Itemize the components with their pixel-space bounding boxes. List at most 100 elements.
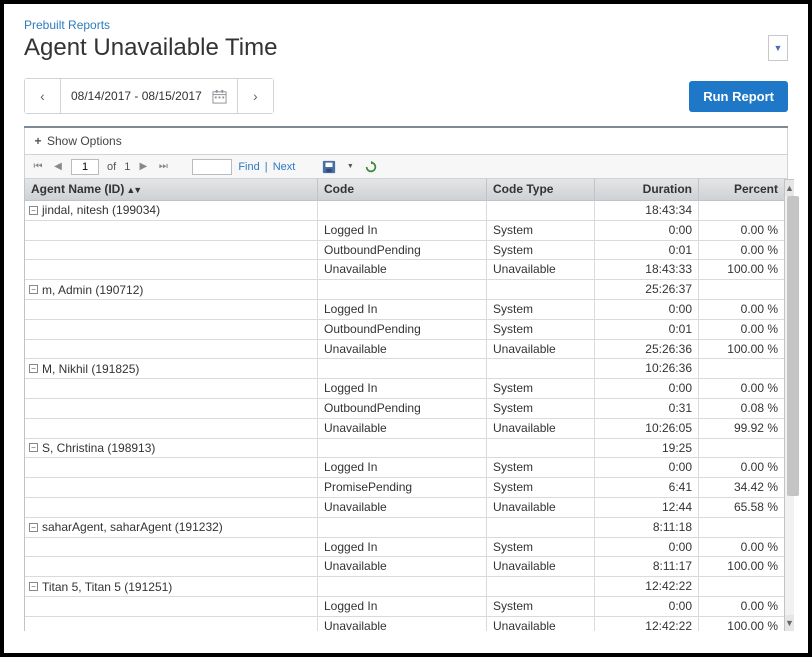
agent-name: M, Nikhil (191825) <box>42 362 139 376</box>
code-cell: Unavailable <box>318 617 487 631</box>
code-cell: Logged In <box>318 300 487 319</box>
col-header-percent[interactable]: Percent <box>699 179 784 200</box>
grid-header-row: Agent Name (ID)▲▼ Code Code Type Duratio… <box>24 179 785 201</box>
date-prev-button[interactable]: ‹ <box>25 79 61 113</box>
find-link[interactable]: Find <box>238 161 259 173</box>
agent-cell <box>25 617 318 631</box>
duration-cell: 0:00 <box>595 538 699 557</box>
col-header-code[interactable]: Code <box>318 179 487 200</box>
type-cell: System <box>487 221 595 240</box>
code-cell: Unavailable <box>318 419 487 438</box>
toolbar: ‹ 08/14/2017 - 08/15/2017 › Run Report <box>24 78 788 128</box>
collapse-icon[interactable]: − <box>29 523 38 532</box>
detail-row: UnavailableUnavailable8:11:17100.00 % <box>25 557 784 577</box>
agent-cell: −M, Nikhil (191825) <box>25 359 318 378</box>
agent-cell <box>25 399 318 418</box>
group-row: −saharAgent, saharAgent (191232)8:11:18 <box>25 518 784 538</box>
type-cell: System <box>487 399 595 418</box>
percent-cell: 0.00 % <box>699 597 784 616</box>
find-input[interactable] <box>192 159 232 175</box>
code-cell: Logged In <box>318 538 487 557</box>
duration-cell: 12:42:22 <box>595 617 699 631</box>
duration-cell: 0:00 <box>595 379 699 398</box>
sort-indicator-icon: ▲▼ <box>126 185 140 195</box>
type-cell: Unavailable <box>487 340 595 359</box>
date-range-text: 08/14/2017 - 08/15/2017 <box>71 89 202 103</box>
page-number-input[interactable] <box>71 159 99 175</box>
collapse-icon[interactable]: − <box>29 582 38 591</box>
detail-row: UnavailableUnavailable10:26:0599.92 % <box>25 419 784 439</box>
col-header-type[interactable]: Code Type <box>487 179 595 200</box>
detail-row: OutboundPendingSystem0:010.00 % <box>25 320 784 340</box>
next-page-button[interactable]: ▶ <box>136 160 150 174</box>
date-next-button[interactable]: › <box>237 79 273 113</box>
duration-cell: 18:43:33 <box>595 260 699 279</box>
code-cell: Unavailable <box>318 340 487 359</box>
total-pages: 1 <box>124 161 130 173</box>
app-window: Prebuilt Reports Agent Unavailable Time … <box>4 4 808 653</box>
code-cell: OutboundPending <box>318 320 487 339</box>
duration-cell: 25:26:36 <box>595 340 699 359</box>
detail-row: Logged InSystem0:000.00 % <box>25 300 784 320</box>
agent-cell <box>25 300 318 319</box>
code-cell: Unavailable <box>318 498 487 517</box>
agent-name: saharAgent, saharAgent (191232) <box>42 520 223 534</box>
first-page-button[interactable]: ⏮ <box>31 160 45 174</box>
type-cell: System <box>487 379 595 398</box>
collapse-icon[interactable]: − <box>29 285 38 294</box>
code-cell: PromisePending <box>318 478 487 497</box>
percent-cell <box>699 359 784 378</box>
next-link[interactable]: Next <box>273 161 296 173</box>
scroll-down-button[interactable]: ▼ <box>785 615 794 631</box>
type-cell: System <box>487 478 595 497</box>
code-cell: Logged In <box>318 379 487 398</box>
percent-cell <box>699 577 784 596</box>
percent-cell: 65.58 % <box>699 498 784 517</box>
detail-row: Logged InSystem0:000.00 % <box>25 538 784 558</box>
chevron-left-icon: ‹ <box>40 88 45 104</box>
scroll-up-button[interactable]: ▲ <box>785 180 794 196</box>
agent-cell <box>25 478 318 497</box>
calendar-icon <box>212 89 227 104</box>
code-cell <box>318 280 487 299</box>
duration-cell: 0:00 <box>595 221 699 240</box>
agent-cell <box>25 458 318 477</box>
report-grid: Agent Name (ID)▲▼ Code Code Type Duratio… <box>24 179 788 631</box>
percent-cell: 100.00 % <box>699 260 784 279</box>
agent-name: jindal, nitesh (199034) <box>42 203 160 217</box>
type-cell <box>487 518 595 537</box>
chevron-right-icon: › <box>253 88 258 104</box>
run-report-button[interactable]: Run Report <box>689 81 788 112</box>
last-page-button[interactable]: ⏭ <box>156 160 170 174</box>
detail-row: Logged InSystem0:000.00 % <box>25 379 784 399</box>
prev-page-button[interactable]: ◀ <box>51 160 65 174</box>
agent-cell <box>25 221 318 240</box>
page-menu-dropdown[interactable]: ▼ <box>768 35 788 61</box>
code-cell: Logged In <box>318 597 487 616</box>
vertical-scrollbar[interactable]: ▲ ▼ <box>785 179 794 631</box>
agent-cell <box>25 260 318 279</box>
date-range-display[interactable]: 08/14/2017 - 08/15/2017 <box>61 79 237 113</box>
duration-cell: 12:44 <box>595 498 699 517</box>
code-cell: Unavailable <box>318 557 487 576</box>
code-cell <box>318 439 487 458</box>
export-button[interactable] <box>321 159 337 175</box>
duration-cell: 8:11:17 <box>595 557 699 576</box>
code-cell <box>318 518 487 537</box>
type-cell <box>487 439 595 458</box>
collapse-icon[interactable]: − <box>29 206 38 215</box>
of-label: of <box>107 161 116 173</box>
col-header-agent[interactable]: Agent Name (ID)▲▼ <box>25 179 318 200</box>
refresh-button[interactable] <box>363 159 379 175</box>
show-options-toggle[interactable]: + Show Options <box>24 128 788 155</box>
agent-cell <box>25 340 318 359</box>
breadcrumb[interactable]: Prebuilt Reports <box>24 18 788 32</box>
code-cell <box>318 577 487 596</box>
agent-cell <box>25 320 318 339</box>
pager-bar: ⏮ ◀ of 1 ▶ ⏭ Find | Next ▼ <box>24 155 788 179</box>
scroll-thumb[interactable] <box>787 196 799 496</box>
collapse-icon[interactable]: − <box>29 364 38 373</box>
collapse-icon[interactable]: − <box>29 443 38 452</box>
export-dropdown[interactable]: ▼ <box>343 160 357 174</box>
col-header-duration[interactable]: Duration <box>595 179 699 200</box>
